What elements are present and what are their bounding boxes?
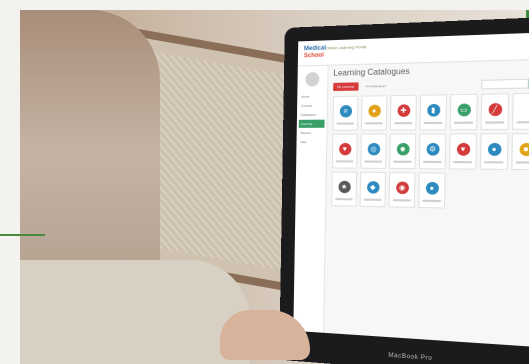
tile-label-line: [422, 199, 441, 203]
sidebar: Home Courses Catalogues Learning Reports…: [293, 65, 329, 333]
catalogue-tile[interactable]: ■: [511, 133, 529, 171]
avatar[interactable]: [305, 72, 320, 87]
catalogue-tile[interactable]: ≡: [332, 95, 359, 131]
catalogue-tile[interactable]: ✚: [389, 94, 417, 131]
tile-label-line: [392, 199, 411, 202]
stethoscope-icon: ◎: [367, 142, 380, 156]
catalogue-tile[interactable]: ★: [331, 171, 358, 207]
tile-label-line: [335, 198, 353, 201]
catalogue-tile[interactable]: ◎: [360, 133, 387, 169]
blank-icon: [519, 102, 529, 116]
gear-icon: ⚙: [425, 142, 440, 156]
catalogue-tile[interactable]: ♥: [331, 133, 358, 169]
badge-icon: ★: [337, 180, 351, 194]
tile-label-line: [336, 122, 354, 125]
tab-all-catalogues[interactable]: All Catalogues: [362, 82, 390, 91]
catalogue-tile[interactable]: ◉: [388, 172, 416, 208]
heart-icon: ♥: [338, 142, 351, 156]
sidebar-item-help[interactable]: Help: [298, 138, 324, 146]
people-icon: ◆: [366, 181, 380, 194]
tile-label-line: [515, 161, 529, 164]
tile-label-line: [485, 121, 505, 124]
catalogue-tile[interactable]: ●: [479, 133, 509, 170]
user-icon: ●: [425, 181, 439, 195]
tile-label-line: [516, 121, 529, 124]
tile-label-line: [484, 161, 504, 164]
tile-label-line: [393, 160, 412, 163]
catalogue-tile[interactable]: ▮: [419, 94, 448, 131]
tile-label-line: [363, 198, 382, 201]
catalogue-tile[interactable]: ●: [360, 95, 388, 131]
tile-label-line: [423, 160, 442, 164]
tile-label-line: [423, 121, 443, 125]
catalogue-tile[interactable]: ●: [418, 172, 446, 209]
catalogue-tile[interactable]: ╱: [480, 93, 510, 131]
left-green-rule: [0, 234, 45, 236]
heart-check-icon: ♥: [456, 142, 470, 156]
tile-label-line: [364, 160, 383, 163]
laptop: Medical School Online Learning Portal Ho…: [279, 16, 529, 364]
app-logo[interactable]: Medical School: [304, 45, 326, 60]
box-icon: ■: [518, 142, 529, 157]
laptop-brand-label: MacBook Pro: [388, 352, 433, 363]
catalogue-tile[interactable]: ▭: [449, 93, 478, 131]
laptop-screen: Medical School Online Learning Portal Ho…: [293, 32, 529, 348]
tile-label-line: [335, 160, 354, 163]
person-sleeve: [20, 260, 250, 364]
search-input[interactable]: [481, 78, 529, 90]
main-content: Learning Catalogues My Learning All Cata…: [327, 60, 529, 347]
catalogue-tile[interactable]: ◆: [359, 171, 387, 208]
catalogue-tile[interactable]: ⚙: [418, 133, 447, 170]
logo-text-b: School: [303, 52, 324, 60]
clipboard-icon: ≡: [339, 105, 352, 118]
syringe-icon: ╱: [488, 103, 502, 117]
cross-icon: ✚: [396, 104, 410, 117]
page-title: Learning Catalogues: [333, 66, 410, 78]
sidebar-item-home[interactable]: Home: [299, 92, 325, 101]
person-icon: ●: [367, 104, 381, 118]
tab-my-learning[interactable]: My Learning: [333, 82, 359, 92]
tile-label-line: [394, 122, 413, 125]
target-icon: ◉: [395, 181, 409, 195]
catalogue-tile[interactable]: ♥: [448, 133, 478, 170]
logo-text-a: Medical: [303, 45, 326, 53]
sidebar-item-learning[interactable]: Learning: [298, 119, 325, 128]
tile-label-line: [454, 121, 473, 124]
catalogue-grid: ≡ ● ✚ ▮ ▭ ╱ ♥ ◎ ☻ ⚙ ♥ ● ■ ★ ◆ ◉ ●: [331, 92, 529, 211]
head-icon: ☻: [396, 142, 410, 156]
laptop-icon: ▭: [457, 103, 471, 117]
sidebar-item-catalogues[interactable]: Catalogues: [299, 110, 325, 118]
tile-label-line: [365, 122, 383, 125]
drop-icon: ●: [487, 142, 501, 156]
photo-scene: Medical School Online Learning Portal Ho…: [20, 10, 529, 364]
catalogue-tile[interactable]: ☻: [389, 133, 417, 170]
site-title: Online Learning Portal: [325, 44, 367, 51]
bottle-icon: ▮: [426, 103, 440, 117]
sidebar-item-courses[interactable]: Courses: [299, 101, 325, 109]
sidebar-item-reports[interactable]: Reports: [299, 129, 325, 137]
tile-label-line: [453, 161, 473, 164]
catalogue-tile[interactable]: [511, 92, 529, 130]
